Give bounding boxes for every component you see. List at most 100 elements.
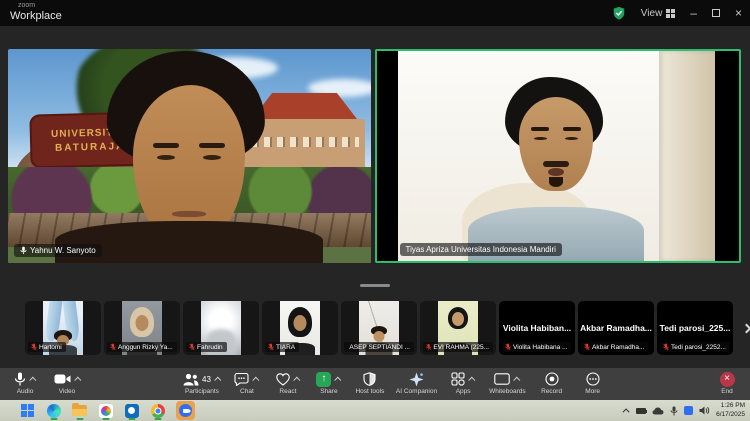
- video-options-caret[interactable]: [74, 376, 81, 383]
- ai-companion-button[interactable]: AI Companion: [396, 368, 437, 400]
- taskbar-file-explorer-icon[interactable]: [72, 403, 87, 418]
- whiteboard-icon: [494, 373, 510, 385]
- participants-count: 43: [202, 375, 211, 384]
- onedrive-cloud-icon[interactable]: [652, 407, 664, 415]
- share-screen-icon: ↑: [316, 372, 331, 387]
- thumbnail-anggun[interactable]: Anggun Rizky Ya...: [104, 301, 180, 355]
- more-ellipsis-icon: [586, 372, 600, 386]
- microphone-icon: [14, 372, 26, 387]
- video-button[interactable]: Video: [52, 368, 82, 400]
- close-button[interactable]: ×: [735, 7, 742, 19]
- thumb-name-label: Fahrudin: [186, 342, 227, 352]
- tray-chevron-up-icon[interactable]: [623, 408, 630, 415]
- ai-sparkle-icon: [409, 372, 424, 387]
- chevron-right-icon: [741, 323, 750, 333]
- camera-off-display-name: Akbar Ramadha...: [580, 323, 652, 333]
- start-button[interactable]: [20, 403, 35, 418]
- thumb-name-label: Violita Habibana ...: [502, 342, 571, 352]
- thumbnail-violita[interactable]: Violita Habiban... Violita Habibana ...: [499, 301, 575, 355]
- tray-teams-icon[interactable]: [684, 406, 693, 415]
- speaker-icon[interactable]: [699, 406, 710, 415]
- taskbar-clock[interactable]: 1:26 PM 6/17/2025: [716, 402, 745, 418]
- whiteboards-button[interactable]: Whiteboards: [489, 368, 526, 400]
- audio-button[interactable]: Audio: [10, 368, 40, 400]
- thumbnail-tiara[interactable]: TIARA: [262, 301, 338, 355]
- speaker-face: [519, 97, 593, 191]
- taskbar-zoom-icon-active[interactable]: [176, 401, 195, 420]
- participant-name: Yahnu W. Sanyoto: [30, 246, 96, 255]
- apps-options-caret[interactable]: [468, 376, 475, 383]
- mic-muted-icon: [268, 343, 274, 351]
- more-button[interactable]: More: [578, 368, 608, 400]
- minimize-button[interactable]: –: [690, 7, 697, 19]
- filmstrip-resize-handle[interactable]: [360, 284, 390, 287]
- thumbnail-asep[interactable]: ASEP SEPTIANDI ...: [341, 301, 417, 355]
- participants-options-caret[interactable]: [214, 376, 221, 383]
- speaker-video: [377, 51, 740, 261]
- thumb-name-label: Hartomi: [28, 342, 66, 352]
- thumbnail-evi[interactable]: EVI RAHMA (225...: [420, 301, 496, 355]
- participants-button[interactable]: 43 Participants: [183, 368, 221, 400]
- background-column: [659, 51, 715, 261]
- shield-icon: [363, 372, 376, 386]
- virtual-background-campus: UNIVERSITAS BATURAJA: [8, 49, 371, 263]
- mic-muted-icon: [110, 343, 116, 351]
- view-button[interactable]: View: [641, 8, 676, 19]
- end-meeting-button[interactable]: × End: [712, 368, 742, 395]
- chat-button[interactable]: Chat: [232, 368, 262, 400]
- clock-date: 6/17/2025: [716, 411, 745, 419]
- thumb-name-label: Tedi parosi_2252...: [660, 342, 730, 352]
- name-label-tiyas: Tiyas Apriza Universitas Indonesia Mandi…: [400, 243, 562, 256]
- thumbnail-fahrudin[interactable]: Fahrudin: [183, 301, 259, 355]
- video-tile-yahnu[interactable]: UNIVERSITAS BATURAJA: [8, 49, 371, 263]
- brand-workplace-label: Workplace: [10, 11, 62, 22]
- share-options-caret[interactable]: [335, 376, 342, 383]
- chat-options-caret[interactable]: [253, 376, 260, 383]
- camera-icon: [54, 373, 71, 385]
- apps-button[interactable]: Apps: [448, 368, 478, 400]
- react-options-caret[interactable]: [293, 376, 300, 383]
- camera-off-display-name: Violita Habiban...: [503, 323, 571, 333]
- record-button[interactable]: Record: [537, 368, 567, 400]
- thumbnail-hartomi[interactable]: Hartomi: [25, 301, 101, 355]
- name-label-yahnu: Yahnu W. Sanyoto: [14, 244, 102, 257]
- whiteboards-options-caret[interactable]: [514, 376, 521, 383]
- brand-zoom-label: zoom: [18, 2, 62, 9]
- maximize-button[interactable]: [712, 9, 720, 17]
- heart-icon: [276, 373, 290, 386]
- share-button[interactable]: ↑ Share: [314, 368, 344, 400]
- mic-muted-icon: [189, 343, 195, 351]
- chat-icon: [234, 373, 249, 386]
- tray-mic-icon[interactable]: [670, 406, 678, 416]
- taskbar-outlook-icon[interactable]: [124, 403, 139, 418]
- participant-filmstrip: Hartomi Anggun Rizky Ya...: [25, 300, 750, 356]
- clock-time: 1:26 PM: [716, 402, 745, 410]
- audio-options-caret[interactable]: [29, 376, 36, 383]
- end-x-icon: ×: [720, 372, 735, 387]
- thumbnail-akbar[interactable]: Akbar Ramadha... Akbar Ramadha...: [578, 301, 654, 355]
- thumbnail-tedi[interactable]: Tedi parosi_225... Tedi parosi_2252...: [657, 301, 733, 355]
- participant-name: Tiyas Apriza Universitas Indonesia Mandi…: [406, 245, 556, 254]
- participants-icon: [183, 373, 199, 386]
- host-tools-button[interactable]: Host tools: [355, 368, 385, 400]
- record-icon: [545, 372, 559, 386]
- taskbar-edge-icon[interactable]: [46, 403, 61, 418]
- mic-muted-icon: [505, 343, 511, 351]
- mic-muted-icon: [584, 343, 590, 351]
- thumb-name-label: TIARA: [265, 342, 299, 352]
- taskbar-photos-icon[interactable]: [98, 403, 113, 418]
- filmstrip-next-button[interactable]: [738, 315, 750, 341]
- windows-logo-icon: [21, 404, 34, 417]
- react-button[interactable]: React: [273, 368, 303, 400]
- taskbar-chrome-icon[interactable]: [150, 403, 165, 418]
- windows-taskbar: 1:26 PM 6/17/2025: [0, 400, 750, 421]
- thumb-name-label: Akbar Ramadha...: [581, 342, 648, 352]
- battery-icon[interactable]: [636, 408, 646, 414]
- view-label: View: [641, 8, 663, 19]
- security-shield-icon[interactable]: [612, 6, 626, 20]
- mic-muted-icon: [426, 343, 431, 351]
- main-video-area: UNIVERSITAS BATURAJA: [8, 49, 741, 263]
- mic-muted-icon: [31, 343, 37, 351]
- video-tile-tiyas-active-speaker[interactable]: Tiyas Apriza Universitas Indonesia Mandi…: [375, 49, 742, 263]
- meeting-toolbar: Audio Video: [0, 368, 750, 400]
